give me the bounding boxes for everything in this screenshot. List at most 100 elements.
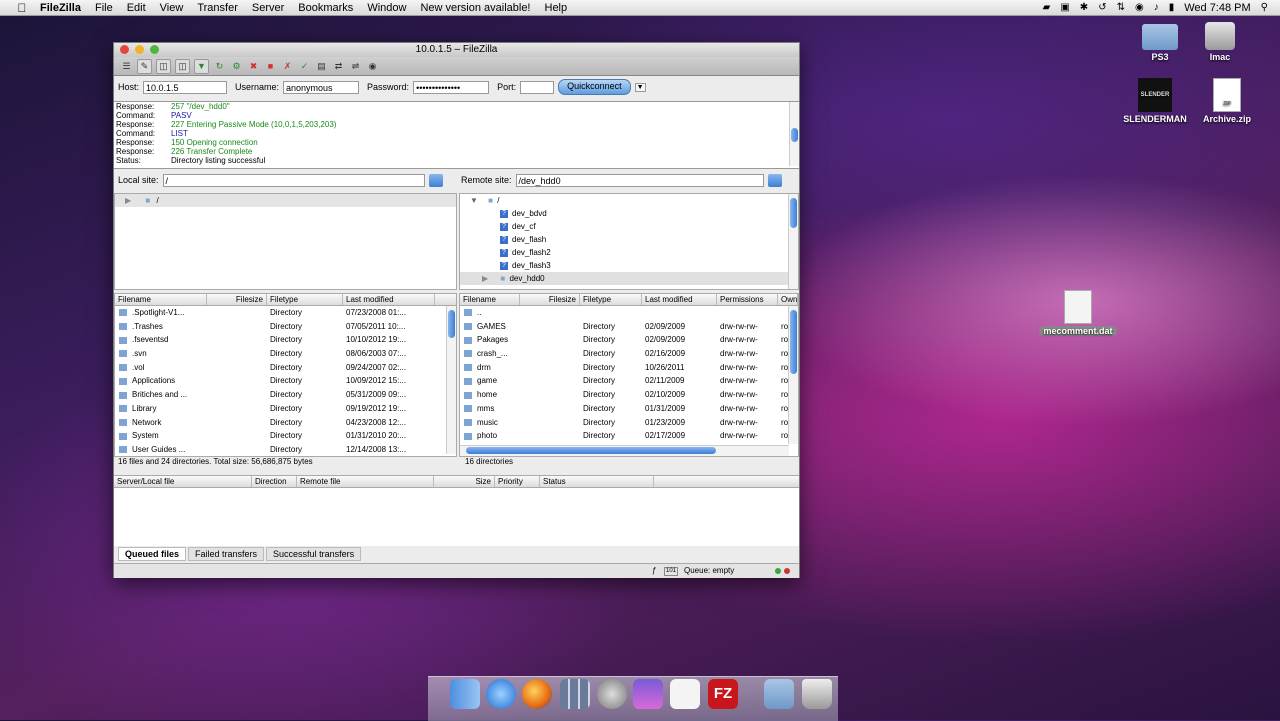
table-row[interactable]: Pakages Directory 02/09/2009 drw-rw-rw-ro [460,333,798,347]
binary-mode-icon[interactable]: 101 [664,567,679,576]
column-last-modified[interactable]: Last modified [343,294,435,305]
table-row[interactable]: mms Directory 01/31/2009 drw-rw-rw-ro [460,402,798,416]
trash-icon[interactable] [802,679,832,709]
desktop-icon-archive-zip[interactable]: ZIP Archive.zip [1187,78,1267,124]
process-queue-icon[interactable]: ⚙ [230,60,243,73]
table-row[interactable]: music Directory 01/23/2009 drw-rw-rw-ro [460,416,798,430]
username-field[interactable]: anonymous [283,80,360,94]
firefox-icon[interactable] [522,679,552,709]
menu-clock[interactable]: Wed 7:48 PM [1184,2,1250,14]
minimize-window-button[interactable] [135,45,144,54]
site-manager-icon[interactable]: ☰ [120,60,133,73]
toggle-local-tree-icon[interactable]: ◫ [156,58,171,74]
bluetooth-icon[interactable]: ✱ [1080,2,1088,13]
tree-item[interactable]: ? dev_flash3 [460,259,798,272]
remote-file-scroll-thumb[interactable] [790,310,797,374]
wifi-icon[interactable]: ◉ [1135,2,1144,13]
remote-tree-scrollbar[interactable] [788,194,798,289]
table-row[interactable]: Network Directory 04/23/2008 12:... [115,416,456,430]
table-row[interactable]: .. [460,306,798,320]
table-row[interactable]: crash_... Directory 02/16/2009 drw-rw-rw-ro [460,347,798,361]
local-site-history-button[interactable] [428,173,443,187]
menu-edit[interactable]: Edit [127,2,146,14]
table-row[interactable]: Library Directory 09/19/2012 19:... [115,402,456,416]
menu-new-version[interactable]: New version available! [420,2,530,14]
tree-item-selected[interactable]: ▶ ■ dev_hdd0 [460,272,798,285]
title-bar[interactable]: 10.0.1.5 – FileZilla [114,43,799,57]
directory-filter-icon[interactable]: ▤ [315,60,328,73]
battery-icon[interactable]: ▮ [1169,2,1175,13]
table-row[interactable]: User Guides ... Directory 12/14/2008 13:..… [115,443,456,456]
spotlight-search-icon[interactable]: ⚲ [1261,2,1268,13]
menu-server[interactable]: Server [252,2,284,14]
table-row[interactable]: home Directory 02/10/2009 drw-rw-rw-ro [460,388,798,402]
time-machine-icon[interactable]: ↺ [1098,2,1106,13]
volume-icon[interactable]: ♪ [1154,2,1159,13]
desktop-icon-slenderman[interactable]: SLENDER SLENDERMAN [1115,78,1195,124]
column-permissions[interactable]: Permissions [717,294,778,305]
tree-item[interactable]: ? dev_flash2 [460,246,798,259]
quickconnect-dropdown-icon[interactable]: ▼ [634,82,646,92]
desktop-icon-mecomment[interactable]: mecomment.dat [1038,290,1118,336]
menu-app-name[interactable]: FileZilla [40,2,81,14]
dropbox-icon[interactable]: ▰ [1043,2,1051,13]
table-row[interactable]: Applications Directory 10/09/2012 15:... [115,374,456,388]
column-status[interactable]: Status [540,476,654,487]
expand-arrow-icon[interactable]: ▶ [482,274,488,283]
finder-icon[interactable] [450,679,480,709]
column-filesize[interactable]: Filesize [207,294,267,305]
remote-file-scrollbar[interactable] [788,306,798,444]
reconnect-icon[interactable]: ✓ [298,60,311,73]
tab-failed-transfers[interactable]: Failed transfers [188,547,265,561]
tree-item[interactable]: ? dev_cf [460,220,798,233]
textedit-icon[interactable] [670,679,700,709]
local-file-scroll-thumb[interactable] [448,310,455,338]
tree-item[interactable]: ? dev_flash [460,233,798,246]
table-row[interactable]: drm Directory 10/26/2011 drw-rw-rw-ro [460,361,798,375]
column-priority[interactable]: Priority [495,476,540,487]
column-filename[interactable]: Filename [115,294,207,305]
dashboard-icon[interactable] [560,679,590,709]
table-row[interactable]: photo Directory 02/17/2009 drw-rw-rw-ro [460,429,798,443]
remote-site-path-field[interactable]: /dev_hdd0 [515,173,764,187]
desktop-icon-imac[interactable]: Imac [1180,22,1260,62]
menu-window[interactable]: Window [367,2,406,14]
host-field[interactable]: 10.0.1.5 [143,80,228,94]
column-server-local-file[interactable]: Server/Local file [114,476,252,487]
column-size[interactable]: Size [434,476,495,487]
table-row[interactable]: .Trashes Directory 07/05/2011 10:... [115,320,456,334]
log-scroll-thumb[interactable] [791,128,798,142]
expand-arrow-icon[interactable]: ▶ [125,196,131,205]
remote-tree-scroll-thumb[interactable] [790,198,797,228]
zoom-window-button[interactable] [150,45,159,54]
menu-transfer[interactable]: Transfer [197,2,238,14]
display-icon[interactable]: ▣ [1060,2,1069,13]
menu-help[interactable]: Help [545,2,568,14]
column-last-modified[interactable]: Last modified [642,294,717,305]
filter-icon[interactable]: ƒ [652,564,656,578]
toggle-queue-icon[interactable]: ▼ [194,58,209,74]
column-owner[interactable]: Own [778,294,798,305]
sync-icon[interactable]: ⇅ [1117,2,1125,13]
table-row[interactable]: .fseventsd Directory 10/10/2012 19:... [115,333,456,347]
filezilla-icon[interactable]: FZ [708,679,738,709]
column-filetype[interactable]: Filetype [580,294,642,305]
table-row[interactable]: System Directory 01/31/2010 20:... [115,429,456,443]
compare-icon[interactable]: ⇌ [349,60,362,73]
table-row[interactable]: game Directory 02/11/2009 drw-rw-rw-ro [460,374,798,388]
column-remote-file[interactable]: Remote file [297,476,434,487]
tab-queued-files[interactable]: Queued files [118,547,187,561]
apple-menu-icon[interactable]:  [12,1,32,15]
toggle-log-icon[interactable]: ✎ [137,58,152,74]
sync-browse-icon[interactable]: ⇄ [332,60,345,73]
documents-folder-icon[interactable] [764,679,794,709]
remote-site-history-button[interactable] [767,173,782,187]
toggle-remote-tree-icon[interactable]: ◫ [175,58,190,74]
menu-view[interactable]: View [160,2,184,14]
column-direction[interactable]: Direction [252,476,297,487]
password-field[interactable]: •••••••••••••• [413,80,490,94]
refresh-icon[interactable]: ↻ [213,60,226,73]
cancel-icon[interactable]: ✖ [247,60,260,73]
disconnect-icon[interactable]: ■ [264,60,277,73]
column-filesize[interactable]: Filesize [520,294,580,305]
